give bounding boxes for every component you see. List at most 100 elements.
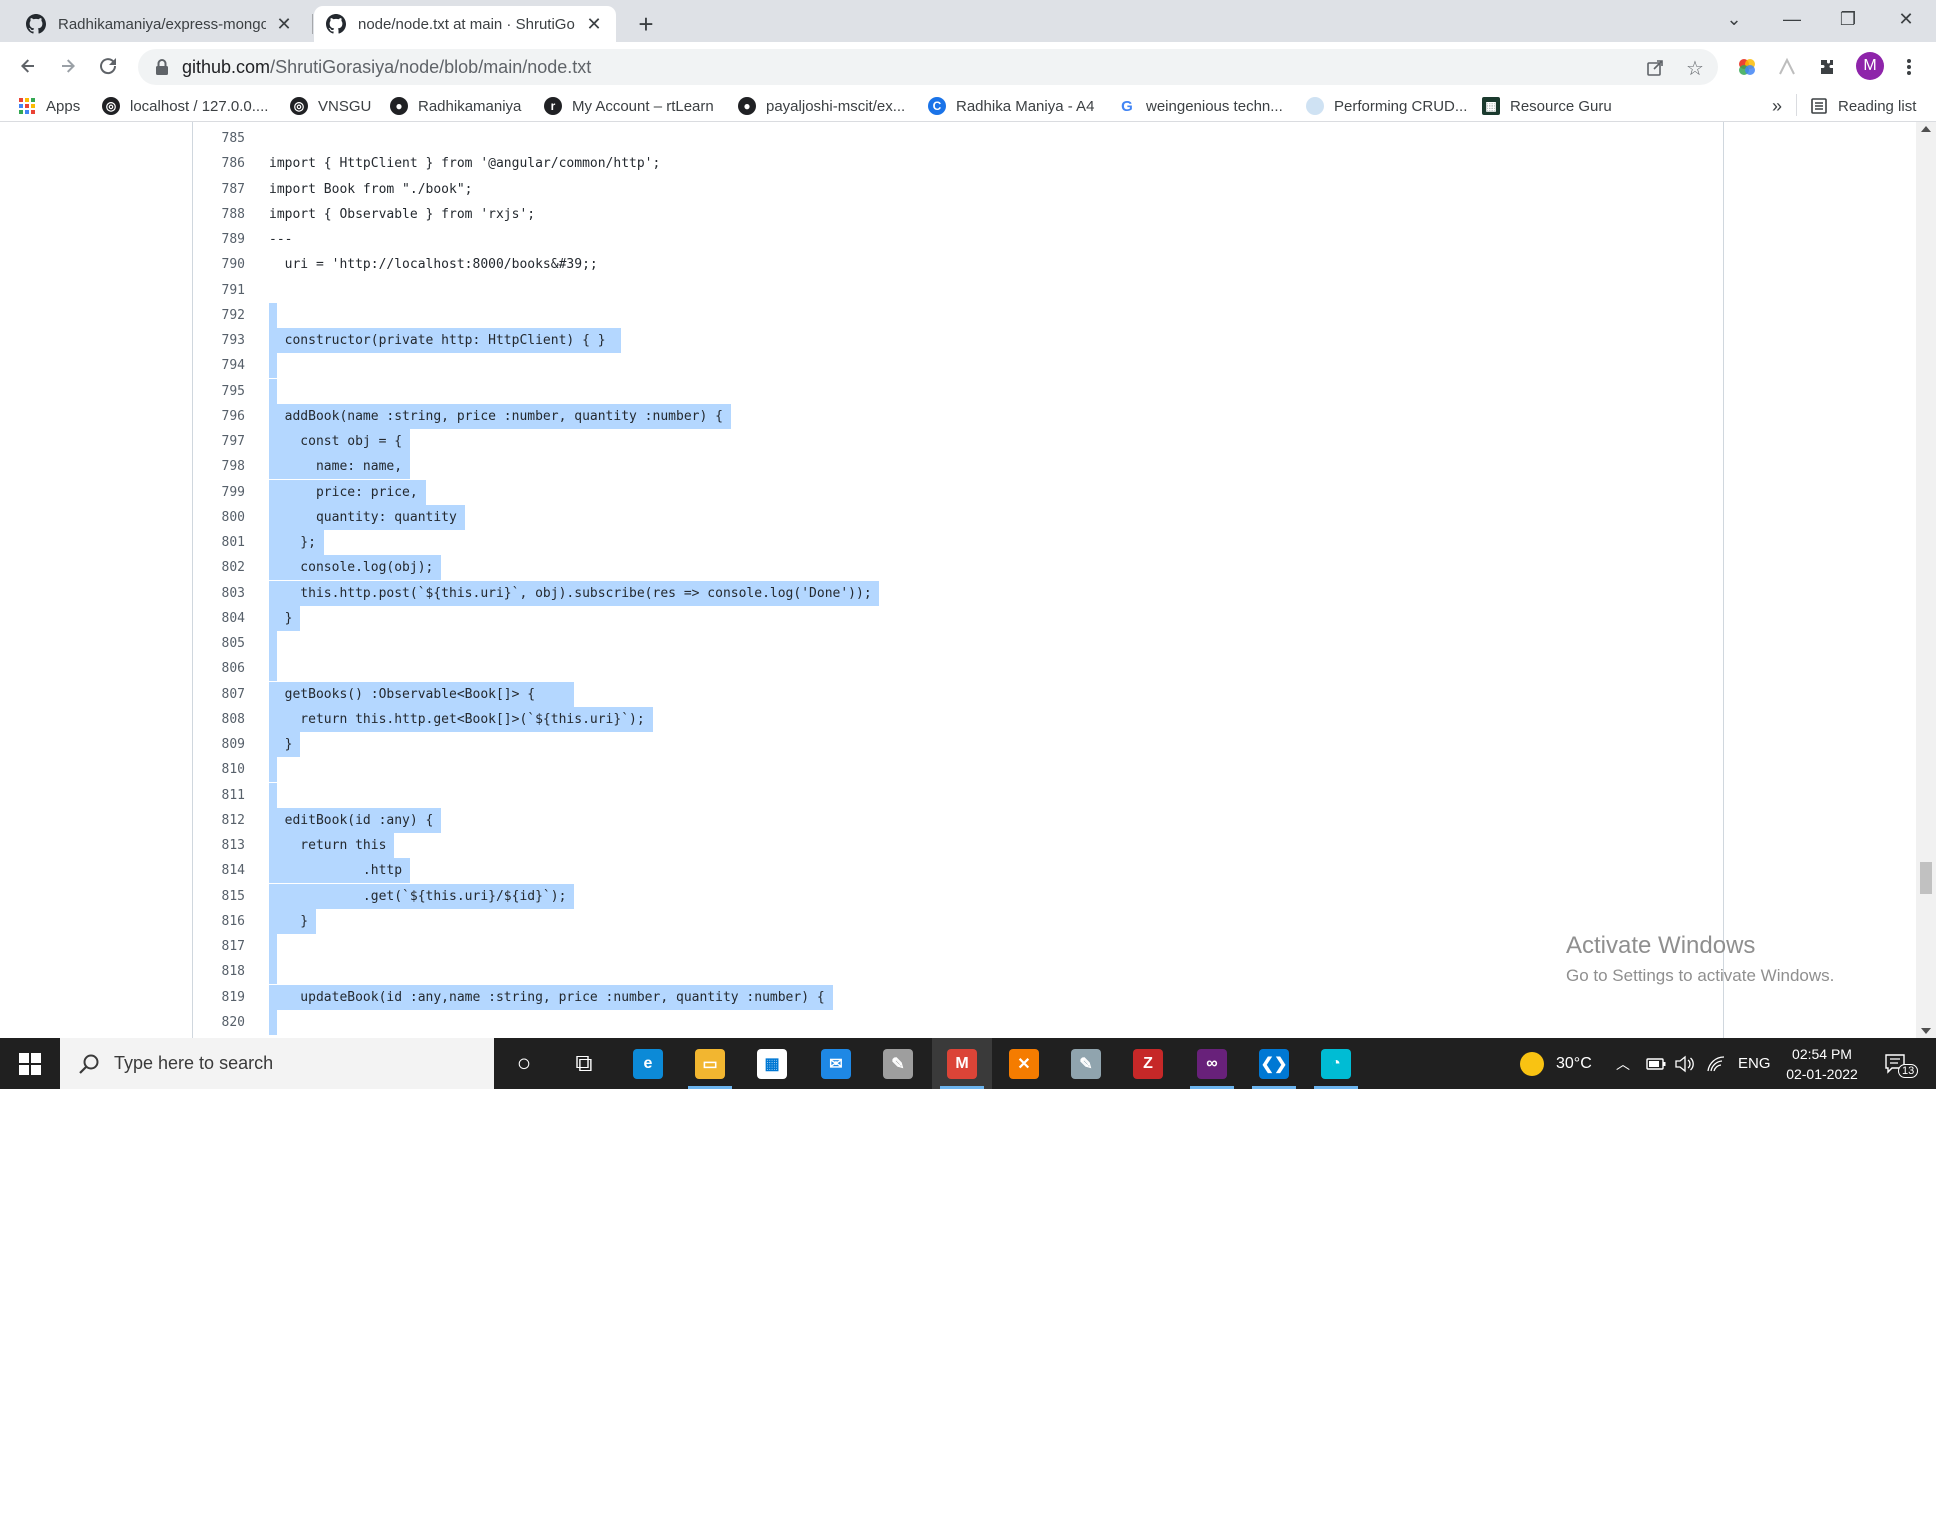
line-number[interactable]: 807	[193, 682, 245, 707]
notification-center-icon[interactable]: 13	[1884, 1038, 1919, 1089]
puzzle-extensions-icon[interactable]	[1816, 56, 1838, 78]
taskbar-xampp-button[interactable]: ✕	[994, 1038, 1054, 1089]
menu-kebab-icon[interactable]	[1898, 56, 1920, 78]
bookmark-performing-crud[interactable]: Performing CRUD...	[1306, 94, 1467, 118]
bookmark-radhika-a4[interactable]: C Radhika Maniya - A4	[928, 94, 1094, 118]
bookmark-weingenious[interactable]: G weingenious techn...	[1118, 94, 1283, 118]
line-number[interactable]: 793	[193, 328, 245, 353]
restore-icon[interactable]: ❐	[1820, 0, 1876, 38]
scrollbar-thumb[interactable]	[1920, 862, 1932, 894]
line-number[interactable]: 810	[193, 757, 245, 782]
line-number[interactable]: 797	[193, 429, 245, 454]
tab-search-icon[interactable]: ⌄	[1706, 0, 1762, 38]
line-number[interactable]: 808	[193, 707, 245, 732]
bookmark-apps[interactable]: Apps	[18, 94, 80, 118]
scroll-down-arrow-icon[interactable]	[1921, 1028, 1931, 1034]
bookmark-resource-guru[interactable]: ▦ Resource Guru	[1482, 94, 1612, 118]
taskbar-mail-button[interactable]: ✉	[806, 1038, 866, 1089]
system-clock[interactable]: 02:54 PM 02-01-2022	[1780, 1044, 1864, 1084]
line-number[interactable]: 789	[193, 227, 245, 252]
line-number[interactable]: 811	[193, 783, 245, 808]
line-number[interactable]: 792	[193, 303, 245, 328]
line-number[interactable]: 800	[193, 505, 245, 530]
line-number[interactable]: 795	[193, 379, 245, 404]
taskbar-microsoft-store-button[interactable]: ▦	[742, 1038, 802, 1089]
line-number[interactable]: 815	[193, 884, 245, 909]
line-number[interactable]: 818	[193, 959, 245, 984]
taskbar-chrome-button[interactable]: M	[932, 1038, 992, 1089]
line-number[interactable]: 787	[193, 177, 245, 202]
line-number[interactable]: 796	[193, 404, 245, 429]
taskbar-filezilla-button[interactable]: Z	[1118, 1038, 1178, 1089]
line-number[interactable]: 814	[193, 858, 245, 883]
close-tab-icon[interactable]: ✕	[274, 14, 294, 34]
line-number[interactable]: 794	[193, 353, 245, 378]
color-wheel-extension-icon[interactable]	[1736, 56, 1758, 78]
browser-tab[interactable]: Radhikamaniya/express-mongoo ✕	[14, 6, 306, 42]
bookmark-vnsgu[interactable]: ◎ VNSGU	[290, 94, 371, 118]
taskbar-edge-button[interactable]: e	[618, 1038, 678, 1089]
bookmark-payaljoshi[interactable]: ● payaljoshi-mscit/ex...	[738, 94, 905, 118]
forward-arrow-icon[interactable]	[52, 50, 84, 82]
taskbar-search-box[interactable]: Type here to search	[60, 1038, 494, 1089]
line-number[interactable]: 788	[193, 202, 245, 227]
line-number[interactable]: 812	[193, 808, 245, 833]
line-number[interactable]: 801	[193, 530, 245, 555]
bookmark-star-icon[interactable]: ☆	[1684, 57, 1706, 80]
input-language[interactable]: ENG	[1738, 1038, 1771, 1089]
line-number[interactable]: 817	[193, 934, 245, 959]
line-number[interactable]: 805	[193, 631, 245, 656]
line-number[interactable]: 799	[193, 480, 245, 505]
taskbar-vscode-button[interactable]: ❮❯	[1244, 1038, 1304, 1089]
bookmark-localhost[interactable]: ◎ localhost / 127.0.0....	[102, 94, 268, 118]
line-number[interactable]: 786	[193, 151, 245, 176]
line-number[interactable]: 820	[193, 1010, 245, 1035]
line-number[interactable]: 802	[193, 555, 245, 580]
share-icon[interactable]	[1644, 57, 1666, 79]
bookmark-rtlearn[interactable]: r My Account – rtLearn	[544, 94, 714, 118]
code-line: 801 };	[193, 530, 1723, 555]
profile-avatar[interactable]: M	[1856, 52, 1884, 80]
taskbar-file-explorer-button[interactable]: ▭	[680, 1038, 740, 1089]
volume-icon[interactable]	[1674, 1038, 1694, 1089]
reading-list-button[interactable]: Reading list	[1810, 94, 1916, 118]
weather-widget[interactable]: 30°C	[1520, 1038, 1592, 1089]
line-number[interactable]: 790	[193, 252, 245, 277]
taskbar-cortana-button[interactable]: ○	[494, 1038, 554, 1089]
code-line: 809 }	[193, 732, 1723, 757]
taskbar-notepad-button[interactable]: ✎	[1056, 1038, 1116, 1089]
line-number[interactable]: 816	[193, 909, 245, 934]
taskbar-visual-studio-button[interactable]: ∞	[1182, 1038, 1242, 1089]
line-number[interactable]: 803	[193, 581, 245, 606]
bookmark-radhikamaniya[interactable]: ● Radhikamaniya	[390, 94, 521, 118]
battery-icon[interactable]	[1646, 1038, 1666, 1089]
line-number[interactable]: 785	[193, 126, 245, 151]
line-number[interactable]: 798	[193, 454, 245, 479]
minimize-icon[interactable]: —	[1764, 0, 1820, 38]
url-text: github.com/ShrutiGorasiya/node/blob/main…	[182, 57, 591, 78]
line-number[interactable]: 806	[193, 656, 245, 681]
back-arrow-icon[interactable]	[12, 50, 44, 82]
wifi-icon[interactable]	[1706, 1038, 1726, 1089]
windows-start-button[interactable]	[0, 1038, 60, 1089]
line-number[interactable]: 809	[193, 732, 245, 757]
address-bar[interactable]: github.com/ShrutiGorasiya/node/blob/main…	[138, 49, 1718, 85]
page-scrollbar[interactable]	[1916, 122, 1936, 1038]
browser-tab-active[interactable]: node/node.txt at main · ShrutiGo ✕	[314, 6, 616, 42]
close-tab-icon[interactable]: ✕	[584, 14, 604, 34]
show-hidden-icons-chevron-icon[interactable]: ︿	[1616, 1038, 1630, 1089]
line-number[interactable]: 813	[193, 833, 245, 858]
scroll-up-arrow-icon[interactable]	[1921, 126, 1931, 132]
line-number[interactable]: 819	[193, 985, 245, 1010]
close-window-icon[interactable]: ✕	[1878, 0, 1934, 38]
taskbar-timer-app-button[interactable]: ◔	[1306, 1038, 1366, 1089]
bookmarks-overflow-button[interactable]: »	[1772, 94, 1782, 118]
line-number[interactable]: 804	[193, 606, 245, 631]
extension-a-icon[interactable]	[1776, 56, 1798, 78]
reload-icon[interactable]	[92, 50, 124, 82]
taskbar-task-view-button[interactable]: ⧉	[554, 1038, 614, 1089]
new-tab-button[interactable]: +	[630, 8, 662, 40]
taskbar-paint-button[interactable]: ✎	[868, 1038, 928, 1089]
line-number[interactable]: 791	[193, 278, 245, 303]
code-line: 789 ---	[193, 227, 1723, 252]
